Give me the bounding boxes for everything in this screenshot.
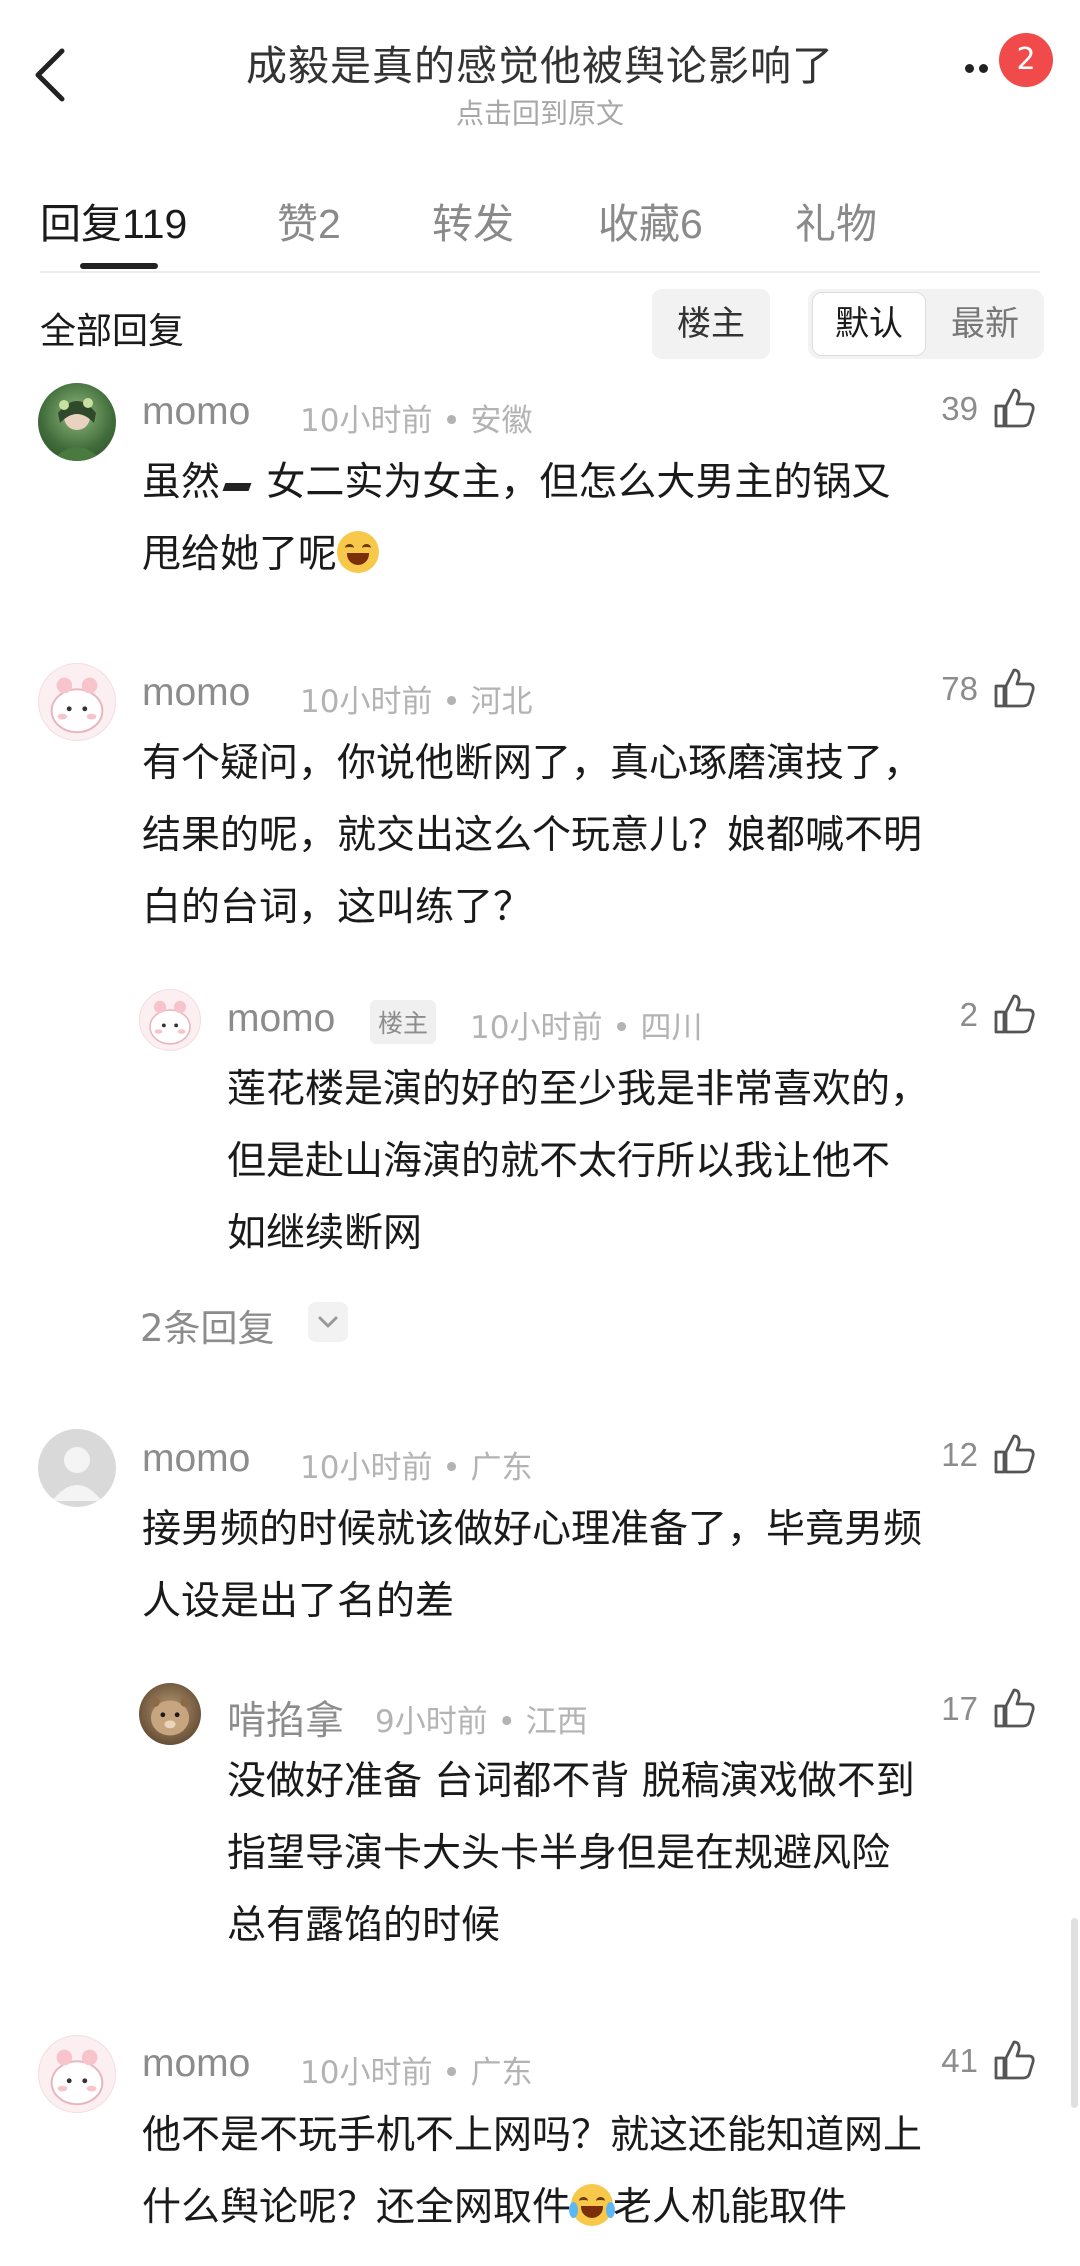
comment-meta: 9小时前 • 江西 — [375, 1704, 588, 1740]
chevron-down-icon[interactable] — [308, 1302, 348, 1342]
laughing-tears-emoji-icon — [569, 2184, 616, 2226]
comment-text: 接男频的时候就该做好心理准备了，毕竟男频 人设是出了名的差 — [142, 1507, 923, 1624]
comment-meta: 10小时前 • 广东 — [300, 2055, 533, 2091]
like-count: 12 — [941, 1436, 978, 1473]
default-gray-avatar-icon — [52, 1447, 102, 1501]
tab-reposts[interactable]: 转发 — [432, 190, 514, 250]
like-count: 2 — [959, 996, 978, 1033]
sort-default-button[interactable]: 默认 — [812, 292, 926, 356]
like-count: 41 — [941, 2042, 978, 2079]
all-replies-label: 全部回复 — [40, 311, 185, 352]
like-button[interactable] — [992, 386, 1036, 430]
like-count: 78 — [941, 670, 978, 707]
laughing-emoji-icon — [337, 531, 380, 573]
like-button[interactable] — [992, 666, 1036, 710]
thumbs-up-icon — [994, 1688, 1035, 1728]
comment-meta: 10小时前 • 广东 — [300, 1450, 533, 1486]
comment-meta: 10小时前 • 安徽 — [300, 403, 533, 439]
top-bar: 成毅是真的感觉他被舆论影响了 点击回到原文 2 — [0, 0, 1080, 140]
green-portrait-avatar-icon — [52, 398, 102, 461]
scrollbar[interactable] — [1071, 1918, 1078, 2108]
thumbs-up-icon — [994, 1434, 1035, 1474]
tab-favorites[interactable]: 收藏6 — [598, 190, 703, 250]
pink-cartoon-avatar-icon — [50, 677, 104, 734]
reply-text: 莲花楼是演的好的至少我是非常喜欢的， 但是赴山海演的就不太行所以我让他不 如继续… — [227, 1067, 930, 1256]
username[interactable]: momo — [142, 390, 250, 434]
avatar[interactable] — [38, 1429, 116, 1507]
page-title[interactable]: 成毅是真的感觉他被舆论影响了 — [0, 32, 1080, 92]
tab-likes[interactable]: 赞2 — [277, 190, 341, 250]
like-button[interactable] — [992, 992, 1036, 1036]
back-to-original-link[interactable]: 点击回到原文 — [0, 92, 1080, 132]
username[interactable]: momo — [227, 997, 335, 1041]
username[interactable]: momo — [142, 671, 250, 715]
like-button[interactable] — [992, 1432, 1036, 1476]
comment-text: 虽然 女二实为女主，但怎么大男主的锅又 甩给她了呢 — [142, 460, 891, 577]
thumbs-up-icon — [994, 2040, 1035, 2080]
op-tag-badge: 楼主 — [370, 1000, 437, 1044]
comment-meta: 10小时前 • 四川 — [470, 1010, 703, 1046]
like-count: 17 — [941, 1690, 978, 1727]
pink-cartoon-avatar-icon — [50, 2049, 104, 2106]
thumbs-up-icon — [994, 668, 1035, 708]
avatar[interactable] — [38, 663, 116, 741]
op-only-filter-button[interactable]: 楼主 — [652, 289, 770, 359]
avatar[interactable] — [38, 2035, 116, 2113]
comment-text: 有个疑问，你说他断网了，真心琢磨演技了， 结果的呢，就交出这么个玩意儿？娘都喊不… — [142, 741, 923, 930]
hamster-avatar-icon — [150, 1697, 190, 1736]
sort-toggle: 默认 最新 — [808, 289, 1044, 359]
comment-text: 他不是不玩手机不上网吗？就这还能知道网上 什么舆论呢？还全网取件 老人机能取件 — [142, 2113, 923, 2230]
tab-gifts[interactable]: 礼物 — [795, 190, 877, 250]
reply-text: 没做好准备 台词都不背 脱稿演戏做不到 指望导演卡大头卡半身但是在规避风险 总有… — [227, 1759, 915, 1948]
avatar[interactable] — [38, 383, 116, 461]
like-count: 39 — [941, 390, 978, 427]
sort-latest-button[interactable]: 最新 — [928, 292, 1042, 356]
comment-meta: 10小时前 • 河北 — [300, 684, 533, 720]
avatar[interactable] — [139, 989, 201, 1051]
expand-replies-link[interactable]: 2条回复 — [140, 1298, 275, 1352]
more-dots-icon — [965, 64, 974, 73]
thumbs-up-icon — [994, 994, 1035, 1034]
tabs-divider — [40, 271, 1040, 273]
like-button[interactable] — [992, 2038, 1036, 2082]
pink-cartoon-avatar-icon — [149, 1000, 191, 1045]
active-tab-indicator — [80, 263, 158, 269]
thumbs-up-icon — [994, 388, 1035, 428]
username[interactable]: momo — [142, 1437, 250, 1481]
username[interactable]: 啃掐拿 — [227, 1690, 344, 1746]
like-button[interactable] — [992, 1686, 1036, 1730]
notification-badge[interactable]: 2 — [999, 33, 1053, 87]
username[interactable]: momo — [142, 2042, 250, 2086]
avatar[interactable] — [139, 1683, 201, 1745]
tab-replies[interactable]: 回复119 — [40, 190, 187, 250]
redaction-mark — [222, 483, 252, 491]
